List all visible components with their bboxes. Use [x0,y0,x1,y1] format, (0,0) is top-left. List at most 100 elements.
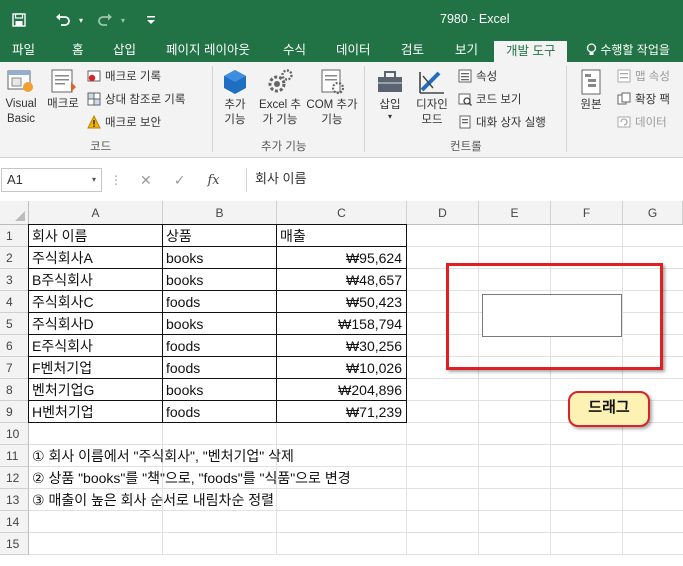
lightbulb-icon [586,43,600,57]
cell[interactable]: ₩48,657 [277,269,406,291]
macro-security-button[interactable]: 매크로 보안 [87,114,161,130]
properties-button[interactable]: 속성 [458,68,497,84]
column-header-g[interactable]: G [623,201,683,225]
macro-button[interactable]: 매크로 [44,68,82,112]
row-header[interactable]: 4 [0,291,29,313]
cell[interactable]: foods [163,357,276,379]
gridline [29,554,683,555]
cell[interactable]: books [163,379,276,401]
addins-button[interactable]: 추가 기능 [217,68,253,128]
table-border [28,246,407,247]
view-code-button[interactable]: 코드 보기 [458,91,522,107]
tab-view[interactable]: 보기 [455,40,478,62]
cell[interactable]: foods [163,291,276,313]
select-all-button[interactable] [0,201,29,225]
undo-dropdown-icon[interactable]: ▾ [76,8,86,32]
cell[interactable]: 주식회사C [29,291,162,313]
cell[interactable]: ③ 매출이 높은 회사 순서로 내림차순 정렬 [29,489,478,511]
cell[interactable]: ₩95,624 [277,247,406,269]
row-header[interactable]: 5 [0,313,29,335]
cell[interactable]: ① 회사 이름에서 "주식회사", "벤처기업" 삭제 [29,445,478,467]
visual-basic-button[interactable]: Visual Basic [3,68,39,127]
cell[interactable]: foods [163,335,276,357]
cell[interactable]: B주식회사 [29,269,162,291]
formula-input[interactable]: 회사 이름 [246,168,683,192]
save-icon[interactable] [6,8,32,32]
row-header[interactable]: 11 [0,445,29,467]
cell[interactable]: books [163,313,276,335]
row-header[interactable]: 12 [0,467,29,489]
cell[interactable]: ₩10,026 [277,357,406,379]
cell[interactable]: F벤처기업 [29,357,162,379]
column-header-c[interactable]: C [277,201,407,225]
warning-icon [87,115,101,129]
cell[interactable]: ₩204,896 [277,379,406,401]
redo-icon[interactable] [92,8,118,32]
row-header[interactable]: 9 [0,401,29,423]
cell[interactable]: books [163,247,276,269]
com-addins-button[interactable]: COM 추가 기능 [306,68,358,128]
refresh-data-button[interactable]: 데이터 [617,114,667,130]
cell[interactable]: ₩71,239 [277,401,406,423]
column-header-f[interactable]: F [551,201,623,225]
cell[interactable]: ₩158,794 [277,313,406,335]
cell[interactable]: 매출 [277,225,406,247]
tab-insert[interactable]: 삽입 [113,40,136,62]
expansion-packs-button[interactable]: 확장 팩 [617,91,670,107]
relative-reference-button[interactable]: 상대 참조로 기록 [87,91,185,107]
macro-icon [51,69,76,93]
row-header[interactable]: 8 [0,379,29,401]
chevron-down-icon[interactable]: ▾ [92,169,96,191]
tab-file[interactable]: 파일 [12,40,35,62]
row-header[interactable]: 1 [0,225,29,247]
row-header[interactable]: 2 [0,247,29,269]
column-header-d[interactable]: D [407,201,479,225]
cell[interactable]: 상품 [163,225,276,247]
tab-page-layout[interactable]: 페이지 레이아웃 [166,40,250,62]
row-header[interactable]: 15 [0,533,29,555]
column-header-a[interactable]: A [29,201,163,225]
xml-source-button[interactable]: 원본 [573,68,609,113]
excel-addins-button[interactable]: Excel 추가 기능 [255,68,305,128]
cell[interactable]: 회사 이름 [29,225,162,247]
drawn-control-outline[interactable] [482,294,622,337]
cell[interactable]: E주식회사 [29,335,162,357]
insert-control-button[interactable]: 삽입 ▾ [372,68,408,121]
tab-data[interactable]: 데이터 [336,40,371,62]
column-header-e[interactable]: E [479,201,551,225]
cell[interactable]: 벤처기업G [29,379,162,401]
design-mode-button[interactable]: 디자인 모드 [412,68,452,128]
tab-formulas[interactable]: 수식 [283,40,306,62]
tab-home[interactable]: 홈 [72,40,84,62]
row-header[interactable]: 10 [0,423,29,445]
cell[interactable]: ₩50,423 [277,291,406,313]
cell[interactable]: ② 상품 "books"를 "책"으로, "foods"를 "식품"으로 변경 [29,467,478,489]
customize-icon[interactable] [138,8,164,32]
name-box[interactable]: A1 ▾ [1,168,102,192]
row-header[interactable]: 6 [0,335,29,357]
cell[interactable]: books [163,269,276,291]
cell[interactable]: 주식회사D [29,313,162,335]
row-header[interactable]: 3 [0,269,29,291]
map-properties-button[interactable]: 맵 속성 [617,68,670,84]
redo-dropdown-icon[interactable]: ▾ [118,8,128,32]
cell[interactable]: H벤처기업 [29,401,162,423]
row-header[interactable]: 7 [0,357,29,379]
cell[interactable]: foods [163,401,276,423]
row-header[interactable]: 14 [0,511,29,533]
undo-icon[interactable] [50,8,76,32]
insert-function-icon[interactable]: fx [207,173,219,188]
cancel-icon[interactable]: ✕ [140,172,152,189]
tab-review[interactable]: 검토 [401,40,424,62]
enter-icon[interactable]: ✓ [174,172,186,189]
record-macro-button[interactable]: 매크로 기록 [87,68,161,84]
tell-me-box[interactable]: 수행할 작업을 [586,40,670,62]
row-header[interactable]: 13 [0,489,29,511]
design-mode-icon [419,71,444,94]
run-dialog-button[interactable]: 대화 상자 실행 [458,114,546,130]
column-header-b[interactable]: B [163,201,277,225]
cell[interactable]: 주식회사A [29,247,162,269]
cell[interactable]: ₩30,256 [277,335,406,357]
tab-developer[interactable]: 개발 도구 [494,41,568,63]
relative-reference-icon [87,92,101,106]
